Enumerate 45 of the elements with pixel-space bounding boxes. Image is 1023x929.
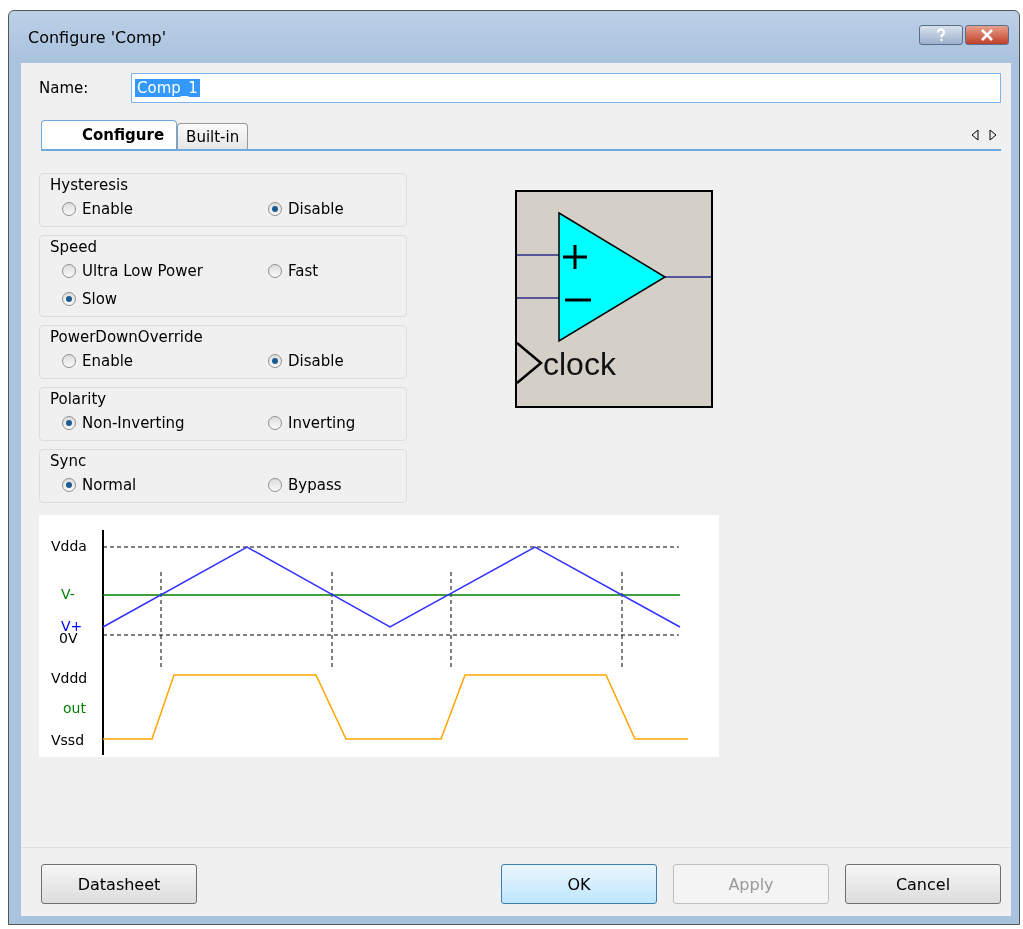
radio-button[interactable] <box>62 416 76 430</box>
close-button[interactable] <box>965 25 1009 45</box>
radio-button[interactable] <box>62 354 76 368</box>
radio-option[interactable]: Bypass <box>268 476 418 494</box>
waveform-label: out <box>63 700 86 716</box>
tab[interactable]: Configure <box>41 120 178 149</box>
radio-button[interactable] <box>268 354 282 368</box>
dialog-button[interactable]: OK <box>501 864 657 904</box>
dialog-button[interactable]: Datasheet <box>41 864 197 904</box>
help-button[interactable] <box>919 25 963 45</box>
radio-button[interactable] <box>268 264 282 278</box>
radio-button[interactable] <box>268 416 282 430</box>
radio-option[interactable]: Fast <box>268 262 418 280</box>
group-title: Speed <box>50 238 98 256</box>
tab[interactable]: Built-in <box>177 123 249 149</box>
radio-option[interactable]: Enable <box>62 352 268 370</box>
close-icon <box>980 29 994 41</box>
scroll-arrows-icon[interactable] <box>971 129 997 141</box>
name-label: Name: <box>39 79 90 97</box>
waveform-label: Vddd <box>51 670 88 686</box>
radio-option[interactable]: Disable <box>268 200 418 218</box>
radio-option[interactable]: Inverting <box>268 414 418 432</box>
group-title: Polarity <box>50 390 107 408</box>
window-title: Configure 'Comp' <box>28 27 167 47</box>
comparator-symbol-drawing: clock <box>515 190 713 408</box>
radio-button[interactable] <box>62 292 76 306</box>
waveform-label: Vdda <box>51 538 87 554</box>
radio-option[interactable]: Slow <box>62 290 268 308</box>
radio-option[interactable]: Enable <box>62 200 268 218</box>
radio-button[interactable] <box>62 202 76 216</box>
radio-option[interactable]: Normal <box>62 476 268 494</box>
radio-button[interactable] <box>62 478 76 492</box>
group-title: PowerDownOverride <box>50 328 203 346</box>
radio-option[interactable]: Disable <box>268 352 418 370</box>
radio-option[interactable]: Non-Inverting <box>62 414 268 432</box>
radio-option[interactable]: Ultra Low Power <box>62 262 268 280</box>
waveform-label: Vssd <box>51 732 85 748</box>
group-title: Sync <box>50 452 87 470</box>
help-icon <box>934 28 948 42</box>
radio-button[interactable] <box>268 202 282 216</box>
group-title: Hysteresis <box>50 176 128 194</box>
dialog-button[interactable]: Cancel <box>845 864 1001 904</box>
radio-button[interactable] <box>268 478 282 492</box>
waveform-label: V- <box>61 586 75 602</box>
radio-button[interactable] <box>62 264 76 278</box>
